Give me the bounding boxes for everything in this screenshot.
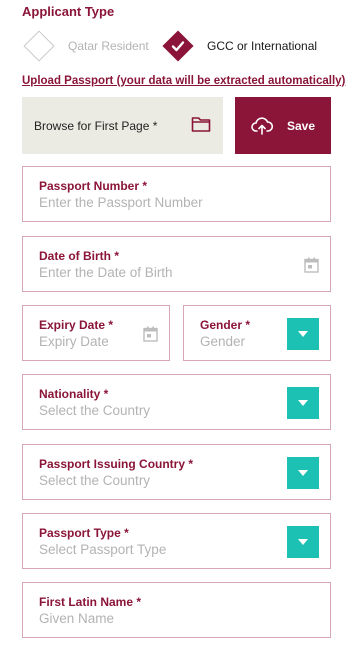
chevron-down-icon [298,400,308,406]
save-button[interactable]: Save [235,97,331,154]
chevron-down-icon [298,470,308,476]
passport-type-dropdown-button[interactable] [287,526,319,558]
first-latin-name-field[interactable]: First Latin Name * Given Name [22,582,331,638]
passport-number-field[interactable]: Passport Number * Enter the Passport Num… [22,166,331,222]
gender-select[interactable]: Gender * Gender [183,305,331,361]
passport-type-label: Passport Type * [39,526,129,540]
browse-first-page-button[interactable]: Browse for First Page * [22,97,223,154]
folder-icon [191,117,211,132]
passport-type-select[interactable]: Passport Type * Select Passport Type [22,513,331,569]
date-of-birth-field[interactable]: Date of Birth * Enter the Date of Birth [22,236,331,292]
first-latin-name-input[interactable]: Given Name [39,611,114,626]
issuing-country-select[interactable]: Passport Issuing Country * Select the Co… [22,444,331,500]
applicant-type-title: Applicant Type [22,4,115,19]
first-latin-name-label: First Latin Name * [39,595,142,609]
chevron-down-icon [298,331,308,337]
expiry-date-label: Expiry Date * [39,318,114,332]
radio-gcc-international[interactable]: GCC or International [161,30,317,62]
nationality-dropdown-button[interactable] [287,387,319,419]
calendar-icon[interactable] [304,257,319,273]
radio-gcc-international-label: GCC or International [207,39,318,53]
cloud-upload-icon [251,116,273,135]
upload-passport-link[interactable]: Upload Passport (your data will be extra… [22,75,345,87]
expiry-date-input[interactable]: Expiry Date [39,334,109,349]
passport-number-input[interactable]: Enter the Passport Number [39,195,203,210]
date-of-birth-label: Date of Birth * [39,249,120,263]
radio-checked-icon [162,30,194,62]
check-icon [171,41,185,52]
passport-number-label: Passport Number * [39,179,148,193]
issuing-country-label: Passport Issuing Country * [39,457,194,471]
radio-unchecked-icon [23,30,55,62]
date-of-birth-input[interactable]: Enter the Date of Birth [39,265,173,280]
nationality-select[interactable]: Nationality * Select the Country [22,374,331,430]
issuing-country-value: Select the Country [39,473,151,488]
expiry-date-field[interactable]: Expiry Date * Expiry Date [22,305,170,361]
issuing-country-dropdown-button[interactable] [287,457,319,489]
radio-qatar-resident-label: Qatar Resident [68,39,149,53]
nationality-label: Nationality * [39,387,109,401]
gender-value: Gender [200,334,246,349]
browse-label: Browse for First Page * [34,118,158,133]
nationality-value: Select the Country [39,403,151,418]
gender-label: Gender * [200,318,251,332]
chevron-down-icon [298,539,308,545]
gender-dropdown-button[interactable] [287,318,319,350]
calendar-icon[interactable] [143,326,158,342]
passport-type-value: Select Passport Type [39,542,167,557]
save-label: Save [286,118,316,133]
radio-qatar-resident[interactable]: Qatar Resident [22,30,149,62]
